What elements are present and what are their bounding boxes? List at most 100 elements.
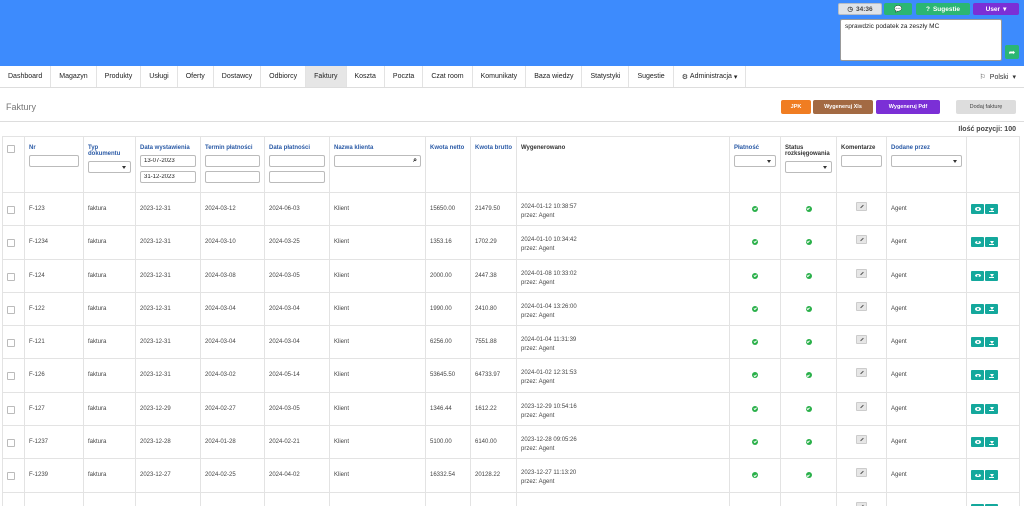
nav-item-oferty[interactable]: Oferty <box>178 66 214 87</box>
nav-item-dostawcy[interactable]: Dostawcy <box>214 66 262 87</box>
nav-item-dashboard[interactable]: Dashboard <box>0 66 52 87</box>
table-row[interactable]: F-121 faktura 2023-12-31 2024-03-04 2024-03-… <box>2 325 1020 360</box>
edit-comment-icon[interactable] <box>856 235 867 245</box>
platnosc-filter-select[interactable] <box>734 155 776 167</box>
generate-xls-button[interactable]: Wygeneruj Xls <box>813 100 873 114</box>
table-row[interactable]: F-1239 faktura 2023-12-27 2024-02-25 2024-04… <box>2 458 1020 493</box>
row-checkbox[interactable] <box>7 272 15 281</box>
generate-pdf-button[interactable]: Wygeneruj Pdf <box>876 100 940 114</box>
nav-item-faktury[interactable]: Faktury <box>306 66 347 87</box>
nr-filter-input[interactable] <box>29 155 79 167</box>
view-button[interactable] <box>971 437 984 448</box>
col-brutto[interactable]: Kwota brutto <box>470 136 517 193</box>
nav-item-produkty[interactable]: Produkty <box>97 66 142 87</box>
download-button[interactable] <box>985 337 998 348</box>
jpk-button[interactable]: JPK <box>781 100 811 114</box>
col-data-wystawienia[interactable]: Data wystawienia <box>135 136 201 193</box>
row-checkbox[interactable] <box>7 439 15 448</box>
edit-comment-icon[interactable] <box>856 468 867 478</box>
nav-item-magazyn[interactable]: Magazyn <box>51 66 97 87</box>
edit-comment-icon[interactable] <box>856 268 867 278</box>
client-search-input[interactable]: ⌕ <box>334 155 421 167</box>
cell-klient-value: Klient <box>334 272 350 279</box>
plat-from-input[interactable] <box>269 155 325 167</box>
nav-item-koszta[interactable]: Koszta <box>347 66 385 87</box>
check-circle-icon <box>752 405 758 412</box>
language-selector[interactable]: ⚐ Polski ▾ <box>980 66 1016 88</box>
col-typ[interactable]: Typ dokumentu <box>83 136 136 193</box>
table-row[interactable]: F-124 faktura 2023-12-31 2024-03-08 2024-03-… <box>2 258 1020 293</box>
col-netto[interactable]: Kwota netto <box>425 136 471 193</box>
download-button[interactable] <box>985 437 998 448</box>
row-checkbox[interactable] <box>7 405 15 414</box>
edit-comment-icon[interactable] <box>856 335 867 345</box>
chat-button[interactable]: 💬 <box>884 3 912 15</box>
nav-item-odbiorcy[interactable]: Odbiorcy <box>261 66 307 87</box>
row-checkbox[interactable] <box>7 372 15 381</box>
edit-comment-icon[interactable] <box>856 501 867 506</box>
nav-item-czat-room[interactable]: Czat room <box>423 66 473 87</box>
nav-item-komunikaty[interactable]: Komunikaty <box>473 66 527 87</box>
view-button[interactable] <box>971 470 984 481</box>
note-textarea[interactable]: sprawdzic podatek za zeszły MC <box>840 19 1002 61</box>
col-termin[interactable]: Termin płatności <box>200 136 265 193</box>
table-row[interactable]: F-1234 faktura 2023-12-31 2024-03-10 2024-03… <box>2 225 1020 260</box>
edit-comment-icon[interactable] <box>856 435 867 445</box>
download-button[interactable] <box>985 237 998 248</box>
view-button[interactable] <box>971 303 984 314</box>
row-checkbox[interactable] <box>7 239 15 248</box>
download-button[interactable] <box>985 403 998 414</box>
add-invoice-button[interactable]: Dodaj fakturę <box>956 100 1016 114</box>
col-dodane[interactable]: Dodane przez <box>886 136 967 193</box>
view-button[interactable] <box>971 204 984 214</box>
download-button[interactable] <box>985 270 998 281</box>
edit-comment-icon[interactable] <box>856 202 867 211</box>
view-button[interactable] <box>971 337 984 348</box>
send-note-button[interactable]: ➦ <box>1005 45 1019 59</box>
status-filter-select[interactable] <box>785 161 832 173</box>
timer-button[interactable]: ◷ 34:36 <box>838 3 882 15</box>
dodane-filter-select[interactable] <box>891 155 962 167</box>
col-klient[interactable]: Nazwa klienta ⌕ <box>329 136 426 193</box>
table-row[interactable]: F-127 faktura 2023-12-29 2024-02-27 2024-03-… <box>2 391 1020 427</box>
row-checkbox[interactable] <box>7 206 15 214</box>
view-button[interactable] <box>971 237 984 248</box>
date-from-input[interactable] <box>140 155 196 167</box>
nav-item-baza-wiedzy[interactable]: Baza wiedzy <box>526 66 583 87</box>
user-menu-button[interactable]: User ▾ <box>973 3 1019 15</box>
col-nr[interactable]: Nr <box>24 136 84 193</box>
row-checkbox[interactable] <box>7 472 15 481</box>
nav-item-statystyki[interactable]: Statystyki <box>582 66 630 87</box>
download-button[interactable] <box>985 470 998 481</box>
edit-comment-icon[interactable] <box>856 301 867 311</box>
view-button[interactable] <box>971 270 984 281</box>
table-row[interactable] <box>2 491 1020 506</box>
row-checkbox[interactable] <box>7 339 15 348</box>
download-button[interactable] <box>985 303 998 314</box>
download-button[interactable] <box>985 204 998 214</box>
termin-to-input[interactable] <box>205 171 260 183</box>
select-all-checkbox[interactable] <box>7 145 15 153</box>
table-row[interactable]: F-123 faktura 2023-12-31 2024-03-12 2024-06-… <box>2 191 1020 227</box>
nav-item-poczta[interactable]: Poczta <box>385 66 424 87</box>
download-button[interactable] <box>985 370 998 381</box>
typ-filter-select[interactable] <box>88 161 131 173</box>
view-button[interactable] <box>971 403 984 414</box>
date-to-input[interactable] <box>140 171 196 183</box>
view-button[interactable] <box>971 370 984 381</box>
table-row[interactable]: F-1237 faktura 2023-12-28 2024-01-28 2024-02… <box>2 425 1020 460</box>
col-data-platnosci[interactable]: Data płatności <box>264 136 330 193</box>
table-row[interactable]: F-122 faktura 2023-12-31 2024-03-04 2024-03-… <box>2 291 1020 327</box>
row-checkbox[interactable] <box>7 305 15 314</box>
komentarze-filter-input[interactable] <box>841 155 882 167</box>
table-row[interactable]: F-126 faktura 2023-12-31 2024-03-02 2024-05-… <box>2 358 1020 393</box>
edit-comment-icon[interactable] <box>856 401 867 411</box>
nav-item-sugestie[interactable]: Sugestie <box>629 66 674 87</box>
termin-from-input[interactable] <box>205 155 260 167</box>
suggestions-button[interactable]: ? Sugestie <box>916 3 970 15</box>
edit-comment-icon[interactable] <box>856 368 867 378</box>
plat-to-input[interactable] <box>269 171 325 183</box>
nav-item-administracja[interactable]: ⚙ Administracja ▾ <box>674 66 747 87</box>
col-platnosc[interactable]: Płatność <box>729 136 781 193</box>
nav-item-usługi[interactable]: Usługi <box>141 66 178 87</box>
